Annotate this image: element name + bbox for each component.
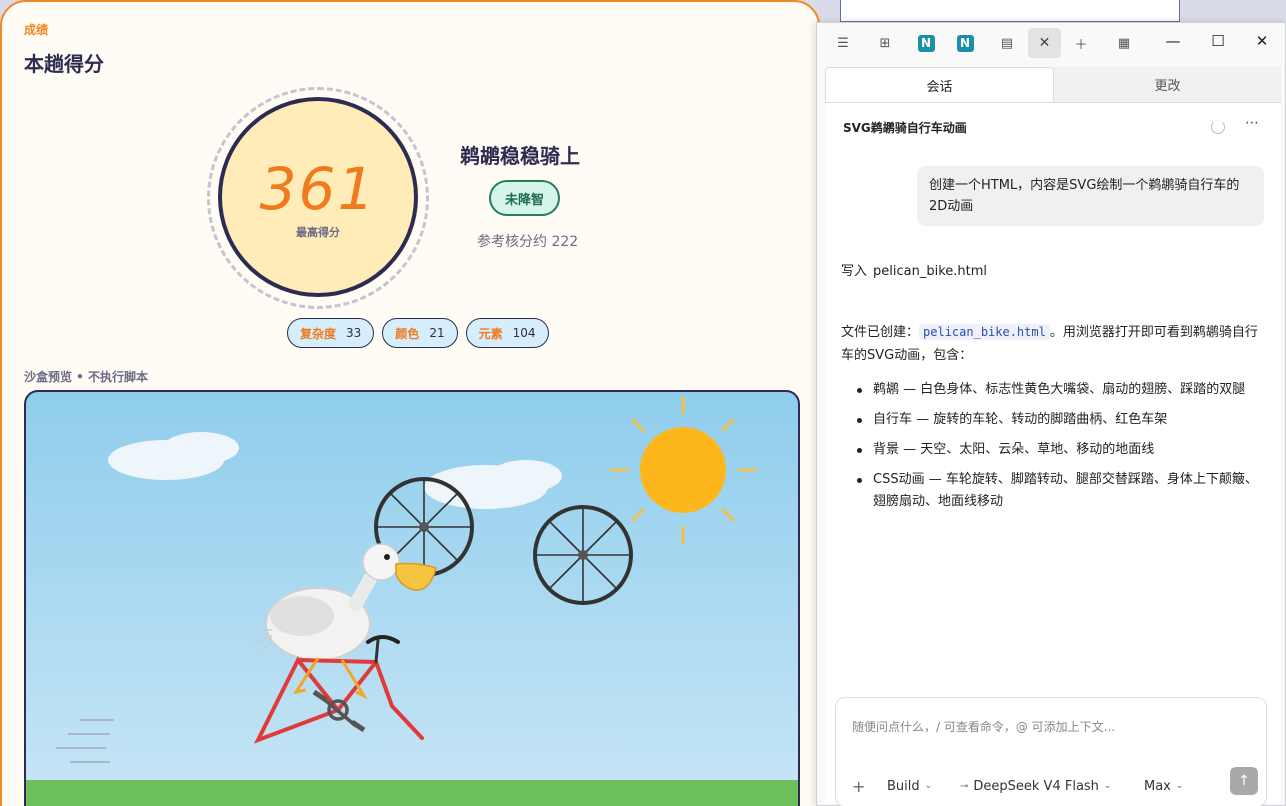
list-item: 自行车 — 旋转的车轮、转动的脚踏曲柄、红色车架 (857, 409, 1269, 431)
stat-row: 复杂度 33 颜色 21 元素 104 (287, 318, 549, 348)
layout-panel-icon[interactable]: ▦ (1114, 33, 1134, 53)
stat-value: 104 (512, 326, 536, 340)
background-window-edge (840, 0, 1180, 22)
maximize-icon[interactable]: ☐ (1208, 32, 1228, 50)
minimize-icon[interactable]: — (1163, 32, 1183, 50)
stat-chip-complexity: 复杂度 33 (287, 318, 375, 348)
title-bar: ☰ ⊞ N N ▤ ✕ ＋ ▦ — ☐ ✕ (817, 23, 1285, 63)
pelican-bike-scene (26, 396, 798, 806)
pelican-figure (253, 543, 437, 661)
reference-score: 参考核分约 222 (477, 234, 579, 250)
message-composer[interactable]: 随便问点什么，/ 可查看命令，@ 可添加上下文... + Build ⌄ ⊸ Dee… (835, 697, 1267, 806)
tab-changes[interactable]: 更改 (1054, 67, 1281, 102)
stat-chip-colors: 颜色 21 (382, 318, 458, 348)
sandbox-label: 沙盒预览 • 不执行脚本 (24, 370, 149, 384)
reply-bullet-list: 鹈鹕 — 白色身体、标志性黄色大嘴袋、扇动的翅膀、踩踏的双腿 自行车 — 旋转的… (857, 379, 1269, 521)
write-filename[interactable]: pelican_bike.html (873, 264, 987, 279)
score-heading: 本趟得分 (24, 52, 104, 76)
stat-value: 21 (429, 326, 445, 340)
notion-tab-icon[interactable]: N (916, 33, 936, 53)
more-options-icon[interactable]: ⋯ (1245, 115, 1259, 131)
composer-input[interactable]: 随便问点什么，/ 可查看命令，@ 可添加上下文... (852, 718, 1115, 735)
effort-select[interactable]: Max ⌄ (1144, 779, 1183, 794)
image-tab-icon[interactable]: ▤ (997, 33, 1017, 53)
arrow-up-icon: ↑ (1238, 773, 1250, 789)
close-window-icon[interactable]: ✕ (1252, 32, 1272, 50)
chevron-down-icon: ⌄ (924, 781, 933, 791)
stat-label: 元素 (478, 326, 503, 341)
bike-wheel-right (533, 505, 633, 605)
close-tab-icon[interactable]: ✕ (1028, 28, 1061, 58)
panel-tabs: 会话 更改 (825, 67, 1281, 103)
model-icon: ⊸ (960, 780, 969, 792)
new-tab-icon[interactable]: ＋ (1071, 33, 1091, 53)
speed-lines (56, 719, 114, 763)
stat-label: 颜色 (395, 326, 420, 341)
pedal-crank (312, 689, 366, 733)
model-select[interactable]: ⊸ DeepSeek V4 Flash ⌄ (960, 779, 1111, 794)
mode-label: Build (887, 778, 920, 794)
sun-icon (610, 396, 756, 544)
reply-prefix: 文件已创建： (841, 325, 920, 340)
stat-value: 33 (346, 326, 362, 340)
chevron-down-icon: ⌄ (1103, 781, 1112, 791)
write-prefix: 写入 (841, 264, 868, 279)
section-tag: 成绩 (24, 23, 49, 37)
list-item: 鹈鹕 — 白色身体、标志性黄色大嘴袋、扇动的翅膀、踩踏的双腿 (857, 379, 1269, 401)
stat-chip-elements: 元素 104 (465, 318, 549, 348)
verdict-title: 鹈鹕稳稳骑上 (460, 144, 580, 168)
score-value: 361 (259, 155, 377, 223)
cloud-icon (108, 432, 562, 509)
score-caption: 最高得分 (296, 226, 340, 239)
notion-tab-icon[interactable]: N (955, 33, 975, 53)
stat-label: 复杂度 (300, 326, 337, 341)
game-result-card: 成绩 本趟得分 361 最高得分 鹈鹕稳稳骑上 未降智 参考核分约 222 复杂… (0, 0, 820, 806)
user-message: 创建一个HTML，内容是SVG绘制一个鹈鹕骑自行车的2D动画 (917, 166, 1264, 226)
list-item: 背景 — 天空、太阳、云朵、草地、移动的地面线 (857, 439, 1269, 461)
loading-spinner-icon (1211, 120, 1225, 134)
apps-grid-icon[interactable]: ⊞ (875, 33, 895, 53)
sandbox-preview (24, 390, 800, 806)
effort-label: Max (1144, 778, 1171, 794)
tool-write-line: 写入 pelican_bike.html (841, 260, 987, 279)
score-circle: 361 最高得分 (218, 97, 418, 297)
tab-conversation[interactable]: 会话 (825, 67, 1054, 102)
mode-select[interactable]: Build ⌄ (887, 779, 932, 794)
reply-code: pelican_bike.html (919, 324, 1050, 340)
send-button[interactable]: ↑ (1230, 767, 1258, 795)
grass-ground (26, 780, 798, 806)
chevron-down-icon: ⌄ (1175, 781, 1184, 791)
status-badge: 未降智 (489, 180, 561, 216)
assistant-reply: 文件已创建： pelican_bike.html 。用浏览器打开即可看到鹈鹕骑自行车… (841, 321, 1269, 367)
menu-icon[interactable]: ☰ (833, 33, 853, 53)
chat-window: ☰ ⊞ N N ▤ ✕ ＋ ▦ — ☐ ✕ 会话 更改 SVG鹈鹕骑自行车动画 … (816, 22, 1286, 806)
list-item: CSS动画 — 车轮旋转、脚踏转动、腿部交替踩踏、身体上下颠簸、翅膀扇动、地面线… (857, 469, 1269, 513)
model-label: DeepSeek V4 Flash (973, 778, 1099, 794)
add-attachment-icon[interactable]: + (852, 777, 865, 796)
composer-toolbar: + Build ⌄ ⊸ DeepSeek V4 Flash ⌄ Max ⌄ (836, 772, 1266, 800)
conversation-title: SVG鹈鹕骑自行车动画 (843, 121, 967, 135)
